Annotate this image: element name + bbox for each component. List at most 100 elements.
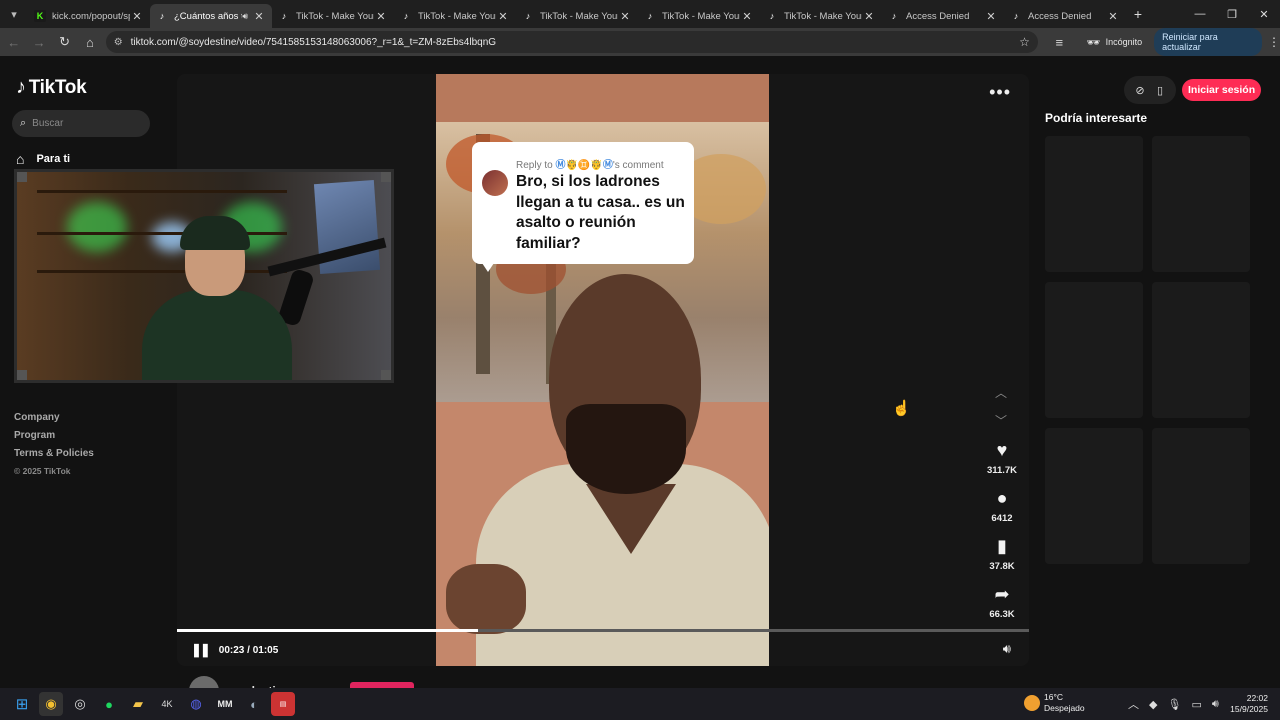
browser-menu-icon[interactable]: ⋮ — [1268, 35, 1280, 49]
author-avatar[interactable] — [189, 676, 219, 688]
link-company[interactable]: Company — [14, 412, 94, 423]
video-editor-icon[interactable]: ▤ — [271, 692, 295, 716]
omnibox[interactable]: ⚙ tiktok.com/@soydestine/video/754158515… — [105, 31, 1038, 53]
maximize-button[interactable]: ❐ — [1216, 8, 1248, 21]
resize-handle[interactable] — [17, 370, 27, 380]
login-button[interactable]: Iniciar sesión — [1182, 79, 1262, 101]
search-input[interactable]: ⌕ Buscar — [12, 110, 150, 137]
close-tab-icon[interactable]: ✕ — [252, 10, 266, 23]
close-tab-icon[interactable]: ✕ — [618, 10, 632, 23]
close-tab-icon[interactable]: ✕ — [1106, 10, 1120, 23]
resize-handle[interactable] — [381, 370, 391, 380]
tab-audio-icon[interactable]: 🔊︎ — [242, 11, 248, 22]
shirt-neckline — [586, 484, 676, 554]
forward-button[interactable]: → — [27, 30, 50, 54]
system-clock[interactable]: 22:02 15/9/2025 — [1230, 693, 1268, 715]
back-button[interactable]: ← — [2, 30, 25, 54]
clock-date: 15/9/2025 — [1230, 704, 1268, 714]
tiktok-icon: ♪ — [159, 11, 165, 21]
tiktok-icon: ♪ — [647, 11, 653, 21]
close-tab-icon[interactable]: ✕ — [740, 10, 754, 23]
discord-icon[interactable]: ◍ — [184, 692, 208, 716]
comment-count: 6412 — [991, 513, 1013, 524]
windows-start-icon[interactable]: ⊞ — [10, 692, 34, 716]
comment-button[interactable]: ● 6412 — [977, 488, 1027, 524]
browser-tab[interactable]: ♪ Access Denied ✕ — [1004, 4, 1126, 28]
url-text[interactable]: tiktok.com/@soydestine/video/75415851531… — [131, 37, 1019, 48]
suggestion-thumbnail[interactable] — [1045, 428, 1143, 564]
tray-chevron-icon[interactable]: ︿ — [1128, 696, 1139, 712]
save-button[interactable]: ▮ 37.8K — [977, 536, 1027, 572]
top-right-actions: ⊘ ▯ Iniciar sesión — [1124, 76, 1280, 104]
reload-button[interactable]: ↻ — [53, 30, 76, 54]
minimize-button[interactable]: — — [1184, 8, 1216, 20]
speaker-icon[interactable]: 🔊︎ — [1212, 698, 1219, 711]
link-program[interactable]: Program — [14, 430, 94, 441]
microphone-icon[interactable]: 🎙︎ — [1167, 698, 1181, 711]
browser-tab[interactable]: ♪ TikTok - Make Your D...✕ — [516, 4, 638, 28]
get-app-icon[interactable]: ▯ — [1150, 84, 1170, 97]
resize-handle[interactable] — [17, 172, 27, 182]
new-tab-button[interactable]: + — [1126, 6, 1150, 22]
tray-app-icon[interactable]: ◆ — [1149, 698, 1157, 711]
link-terms[interactable]: Terms & Policies — [14, 448, 94, 459]
mm-app-icon[interactable]: MM — [213, 692, 237, 716]
suggestion-thumbnail[interactable] — [1152, 428, 1250, 564]
explore-icon[interactable]: ⊘ — [1130, 84, 1150, 97]
previous-video-icon[interactable]: ︿ — [995, 384, 1007, 401]
share-button[interactable]: ➦ 66.3K — [977, 584, 1027, 620]
browser-tab[interactable]: ♪ Access Denied ✕ — [882, 4, 1004, 28]
browser-tab[interactable]: ♪ ¿Cuántos años te...🔊︎ ✕ — [150, 4, 272, 28]
close-tab-icon[interactable]: ✕ — [862, 10, 876, 23]
weather-widget[interactable]: 16°C Despejado — [1024, 692, 1085, 714]
volume-icon[interactable]: 🔊︎ — [1003, 641, 1011, 657]
restart-to-update-button[interactable]: Reiniciar para actualizar — [1154, 28, 1263, 56]
bookmark-star-icon[interactable]: ☆ — [1019, 35, 1030, 49]
author-info[interactable]: soydestine — [189, 676, 290, 688]
like-button[interactable]: ♥ 311.7K — [977, 440, 1027, 476]
4k-app-icon[interactable]: 4K — [155, 692, 179, 716]
media-control-icon[interactable]: ≡ — [1048, 30, 1071, 54]
close-tab-icon[interactable]: ✕ — [374, 10, 388, 23]
suggestion-thumbnail[interactable] — [1045, 282, 1143, 418]
obs-icon[interactable]: ◎ — [68, 692, 92, 716]
home-button[interactable]: ⌂ — [78, 30, 101, 54]
app-buttons: ⊘ ▯ — [1124, 76, 1176, 104]
tab-title: TikTok - Make Your D... — [662, 10, 740, 22]
chrome-icon[interactable]: ◉ — [39, 692, 63, 716]
browser-tab[interactable]: ♪ TikTok - Make Your D...✕ — [760, 4, 882, 28]
video-progress-bar[interactable] — [177, 629, 1029, 632]
close-tab-icon[interactable]: ✕ — [984, 10, 998, 23]
more-options-icon[interactable]: ••• — [989, 82, 1011, 103]
bookmark-icon: ▮ — [997, 536, 1007, 556]
browser-tab[interactable]: Kkick.com/popout/sp...✕ — [28, 4, 150, 28]
file-explorer-icon[interactable]: ▰ — [126, 692, 150, 716]
network-icon[interactable]: ▭ — [1191, 698, 1201, 711]
reply-user: Ⓜ🤴♊🤴Ⓜ — [555, 160, 613, 171]
tiktok-logo[interactable]: ♪ TikTok — [16, 76, 87, 99]
close-tab-icon[interactable]: ✕ — [496, 10, 510, 23]
steam-icon[interactable]: ◐ — [242, 692, 266, 716]
tab-title: TikTok - Make Your D... — [540, 10, 618, 22]
video-frame[interactable]: Reply to Ⓜ🤴♊🤴Ⓜ's comment Bro, si los lad… — [436, 74, 769, 666]
browser-tab[interactable]: ♪ TikTok - Make Your D...✕ — [272, 4, 394, 28]
browser-tab[interactable]: ♪ TikTok - Make Your D...✕ — [394, 4, 516, 28]
incognito-indicator[interactable]: 🕶 Incógnito — [1087, 36, 1143, 49]
reply-header: Reply to Ⓜ🤴♊🤴Ⓜ's comment — [516, 156, 664, 171]
tiktok-icon: ♪ — [769, 11, 775, 21]
footer-links: Company Program Terms & Policies © 2025 … — [14, 412, 94, 483]
suggestion-thumbnail[interactable] — [1152, 282, 1250, 418]
site-info-icon[interactable]: ⚙ — [114, 37, 123, 48]
tab-search-button[interactable]: ▾ — [0, 0, 28, 28]
suggestions-title: Podría interesarte — [1045, 111, 1148, 125]
close-window-button[interactable]: ✕ — [1248, 8, 1280, 21]
nav-for-you[interactable]: ⌂ Para ti — [16, 151, 70, 167]
suggestion-thumbnail[interactable] — [1045, 136, 1143, 272]
resize-handle[interactable] — [381, 172, 391, 182]
next-video-icon[interactable]: ﹀ — [995, 412, 1007, 429]
close-tab-icon[interactable]: ✕ — [130, 10, 144, 23]
browser-tab[interactable]: ♪ TikTok - Make Your D...✕ — [638, 4, 760, 28]
spotify-icon[interactable]: ● — [97, 692, 121, 716]
suggestion-thumbnail[interactable] — [1152, 136, 1250, 272]
pause-icon[interactable]: ❚❚ — [191, 642, 211, 658]
